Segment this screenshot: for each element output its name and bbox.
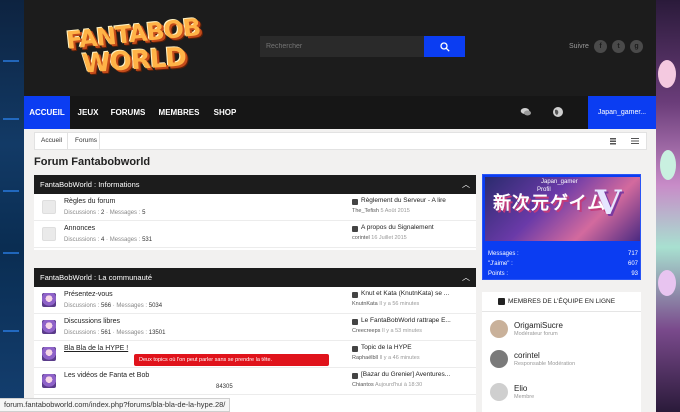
user-banner[interactable]: 新次元ゲイム V Japan_gamer Profil Messages :71… — [482, 174, 641, 280]
search-button[interactable] — [424, 36, 465, 57]
last-post-meta: Raphaëlbll Il y a 46 minutes — [352, 355, 420, 361]
left-background-art — [0, 0, 24, 412]
thread-icon — [352, 319, 358, 325]
facebook-icon[interactable]: f — [594, 40, 607, 53]
last-post-meta: Creecreeps Il y a 53 minutes — [352, 328, 423, 334]
section-header[interactable]: FantaBobWorld : Informations ︿ — [34, 175, 476, 194]
member-role: Modérateur forum — [514, 331, 558, 337]
menu-icon[interactable] — [631, 137, 639, 145]
forum-row[interactable]: Discussions libres Discussions : 561 · M… — [34, 314, 476, 341]
follow-label: Suivre — [569, 43, 589, 50]
forum-row[interactable]: Annonces Discussions : 4 · Messages : 53… — [34, 221, 476, 248]
forum-icon — [42, 227, 56, 241]
shopping-bag-icon — [498, 298, 505, 305]
right-background-art — [656, 0, 680, 412]
forum-title[interactable]: Règles du forum — [64, 198, 115, 205]
last-post-title[interactable]: A propos du Signalement — [361, 224, 434, 231]
breadcrumb: Accueil Forums — [34, 132, 647, 150]
nav-item-forums[interactable]: FORUMS — [110, 96, 146, 129]
section-header[interactable]: FantaBobWorld : La communauté ︿ — [34, 268, 476, 287]
page-title: Forum Fantabobworld — [34, 156, 151, 168]
forum-row[interactable]: Les vidéos de Fanta et Bob 84305 [Bazar … — [34, 368, 476, 395]
forum-row[interactable]: Règles du forum Discussions : 2 · Messag… — [34, 194, 476, 221]
forum-title[interactable]: Annonces — [64, 225, 95, 232]
avatar[interactable] — [490, 350, 508, 368]
forum-icon — [42, 320, 56, 334]
forum-icon — [42, 200, 56, 214]
member-name[interactable]: Elio — [514, 384, 527, 393]
forum-stats: Discussions : 561 · Messages : 13501 — [64, 330, 166, 336]
last-post-title[interactable]: Topic de la HYPE — [361, 344, 412, 351]
banner-stat-points: Points :93 — [488, 271, 638, 277]
nav-item-membres[interactable]: MEMBRES — [158, 96, 200, 129]
main-content: Accueil Forums Forum Fantabobworld Fanta… — [24, 129, 656, 412]
browser-status-bar: forum.fantabobworld.com/index.php?forums… — [0, 398, 231, 412]
banner-profile-link[interactable]: Profil — [537, 187, 551, 193]
forum-title[interactable]: Présentez-vous — [64, 291, 113, 298]
site-logo[interactable]: FANTABOB WORLD — [64, 13, 202, 80]
member-name[interactable]: OrigamiSucre — [514, 321, 563, 330]
staff-member[interactable]: corintel Responsable Modération — [490, 350, 640, 378]
forum-stats: 84305 — [216, 384, 233, 390]
staff-online-panel: MEMBRES DE L'ÉQUIPE EN LIGNE OrigamiSucr… — [482, 292, 641, 412]
section-title: FantaBobWorld : Informations — [40, 180, 140, 189]
last-post-meta: KnutnKata Il y a 56 minutes — [352, 301, 420, 307]
avatar[interactable] — [490, 320, 508, 338]
forum-section-informations: FantaBobWorld : Informations ︿ Règles du… — [34, 175, 476, 250]
banner-art: 新次元ゲイム V Japan_gamer Profil — [485, 177, 640, 241]
stack-icon[interactable] — [609, 137, 617, 145]
forum-icon — [42, 347, 56, 361]
staff-member[interactable]: Elio Membre — [490, 383, 640, 411]
breadcrumb-forums[interactable]: Forums — [75, 137, 97, 144]
banner-username[interactable]: Japan_gamer — [541, 179, 578, 185]
last-post-meta: Chiantos Aujourd'hui à 18:30 — [352, 382, 423, 388]
last-post-meta: The_Tefish 5 Août 2015 — [352, 208, 410, 214]
member-role: Membre — [514, 394, 535, 400]
search-icon — [439, 41, 450, 52]
site-header: FANTABOB WORLD Suivre f t g — [24, 0, 656, 96]
thread-icon — [352, 226, 358, 232]
breadcrumb-accueil[interactable]: Accueil — [41, 137, 62, 144]
forum-title[interactable]: Bla Bla de la HYPE ! — [64, 345, 128, 352]
staff-member[interactable]: OrigamiSucre Modérateur forum — [490, 320, 640, 348]
forum-description-tooltip: Deux topics où l'on peut parler sans se … — [134, 354, 329, 366]
main-nav: ACCUEIL JEUX FORUMS MEMBRES SHOP Japan_g… — [24, 96, 656, 129]
forum-row[interactable]: Présentez-vous Discussions : 566 · Messa… — [34, 287, 476, 314]
user-menu-button[interactable]: Japan_gamer... — [588, 96, 656, 129]
thread-icon — [352, 292, 358, 298]
twitter-icon[interactable]: t — [612, 40, 625, 53]
nav-item-shop[interactable]: SHOP — [210, 96, 240, 129]
staff-panel-header: MEMBRES DE L'ÉQUIPE EN LIGNE — [482, 292, 641, 312]
last-post-title[interactable]: [Bazar du Grenier] Aventures... — [361, 371, 450, 378]
last-post-meta: corintel 16 Juillet 2015 — [352, 235, 407, 241]
last-post-title[interactable]: Le FantaBobWorld rattrape E... — [361, 317, 451, 324]
forum-title[interactable]: Les vidéos de Fanta et Bob — [64, 372, 149, 379]
globe-icon[interactable] — [552, 106, 564, 118]
avatar[interactable] — [490, 383, 508, 401]
banner-stat-likes: "J'aime" :607 — [488, 261, 638, 267]
nav-item-accueil[interactable]: ACCUEIL — [24, 96, 70, 129]
banner-stat-messages: Messages :717 — [488, 251, 638, 257]
thread-icon — [352, 346, 358, 352]
section-title: FantaBobWorld : La communauté — [40, 273, 153, 282]
thread-icon — [352, 373, 358, 379]
forum-title[interactable]: Discussions libres — [64, 318, 120, 325]
collapse-chevron-icon[interactable]: ︿ — [462, 175, 470, 194]
last-post-title[interactable]: Knut et Kata (KnutnKata) se ... — [361, 290, 449, 297]
last-post-title[interactable]: Règlement du Serveur - A lire — [361, 197, 446, 204]
nav-item-jeux[interactable]: JEUX — [74, 96, 102, 129]
conversations-icon[interactable] — [520, 106, 532, 118]
forum-icon — [42, 293, 56, 307]
forum-stats: Discussions : 2 · Messages : 5 — [64, 210, 146, 216]
thread-icon — [352, 199, 358, 205]
forum-stats: Discussions : 4 · Messages : 531 — [64, 237, 153, 243]
google-plus-icon[interactable]: g — [630, 40, 643, 53]
forum-section-communaute: FantaBobWorld : La communauté ︿ Présente… — [34, 268, 476, 412]
collapse-chevron-icon[interactable]: ︿ — [462, 268, 470, 287]
forum-stats: Discussions : 566 · Messages : 5034 — [64, 303, 163, 309]
forum-icon — [42, 374, 56, 388]
member-role: Responsable Modération — [514, 361, 576, 367]
member-name[interactable]: corintel — [514, 351, 540, 360]
